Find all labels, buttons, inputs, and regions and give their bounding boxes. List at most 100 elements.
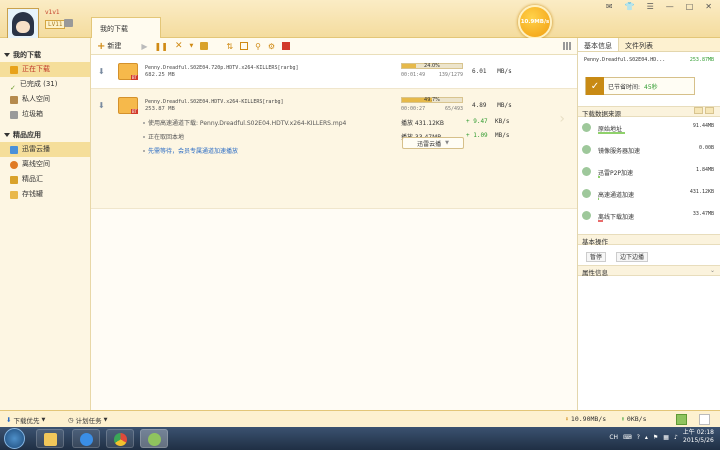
down-arrow-icon: ⬇ <box>565 415 569 423</box>
ie-icon <box>80 433 93 446</box>
task-speed: 6.01 MB/s <box>472 68 512 75</box>
download-icon <box>10 65 18 74</box>
minimize-button[interactable]: — <box>666 2 674 11</box>
delete-icon[interactable]: ✕ <box>175 41 183 51</box>
bullet-icon <box>143 135 145 138</box>
network-icon[interactable]: ▦ <box>663 434 669 441</box>
sidebar-item-label: 精品汇 <box>22 175 43 183</box>
chevron-down-icon: ▼ <box>103 417 108 423</box>
source-name: 离线下载加速 <box>598 214 635 221</box>
delete-dropdown-icon[interactable]: ▼ <box>190 43 194 49</box>
sidebar-item-offline[interactable]: 离线空间 <box>0 157 90 172</box>
pause-button[interactable]: 暂停 <box>586 252 607 262</box>
sidebar-group-apps[interactable]: 精品应用 <box>0 128 90 142</box>
sidebar-item-trash[interactable]: 垃圾箱 <box>0 107 90 122</box>
source-icon <box>582 123 591 132</box>
play-while-download-button[interactable]: 边下边播 <box>616 252 649 262</box>
speed-unit: MB/s <box>497 68 512 75</box>
tab-basic-info[interactable]: 基本信息 <box>578 38 619 51</box>
ime-indicator[interactable]: CH <box>609 434 618 441</box>
sidebar-item-piggybank[interactable]: 存钱罐 <box>0 187 90 202</box>
speed-value: 6.01 <box>472 68 487 75</box>
source-bar <box>598 176 600 178</box>
help-icon[interactable]: ? <box>637 434 640 441</box>
trash-icon <box>10 110 18 119</box>
username[interactable]: v1v1 <box>45 9 60 16</box>
boutique-icon <box>10 175 18 184</box>
sidebar-item-label: 已完成 (31) <box>19 80 58 88</box>
search-icon[interactable]: ⚲ <box>255 42 261 51</box>
task-size: 253.87 MB <box>145 106 175 112</box>
gift-icon[interactable] <box>282 42 291 50</box>
chevron-right-icon[interactable]: › <box>559 111 565 127</box>
avatar-face <box>12 12 34 36</box>
vip-accel-link-text: 先需等待，会员专属通道加速播放 <box>148 148 239 155</box>
pause-icon[interactable]: ❚❚ <box>155 42 168 51</box>
flag-icon[interactable]: ⚑ <box>653 434 658 441</box>
sub-status-line: 使用高速通道下载: Penny.Dreadful.S02E04.HDTV.x26… <box>143 118 346 127</box>
vip-icon[interactable] <box>64 19 73 27</box>
source-value: 431.12KB <box>689 189 714 195</box>
download-speed-value: 10.90MB/s <box>570 415 607 423</box>
speed-chart-icon[interactable] <box>676 414 687 425</box>
maximize-button[interactable]: □ <box>686 2 694 11</box>
download-priority-label: 下载优先 <box>13 417 40 425</box>
speed-badge[interactable]: 10.9MB/s <box>518 5 552 39</box>
taskbar-chrome[interactable] <box>106 429 134 448</box>
settings-icon[interactable]: ⚙ <box>268 42 275 51</box>
open-folder-icon[interactable] <box>200 42 209 50</box>
tab-file-list[interactable]: 文件列表 <box>619 38 659 51</box>
sidebar-item-completed[interactable]: ✓ 已完成 (31) <box>0 77 90 92</box>
grid-view-icon[interactable] <box>705 107 714 114</box>
section-header[interactable]: 属性信息 ⌄ <box>578 265 720 277</box>
bullet-icon <box>143 149 145 152</box>
progress-bar: 24.0% <box>401 63 463 69</box>
taskbar-ie[interactable] <box>72 429 100 448</box>
menu-icon[interactable]: ☰ <box>647 2 654 11</box>
clock[interactable]: 上午 02:18 2015/5/26 <box>683 429 714 445</box>
task-row[interactable]: ⬇ BT Penny.Dreadful.S02E04.720p.HDTV.x26… <box>91 55 577 89</box>
tab-my-downloads[interactable]: 我的下载 <box>91 17 161 38</box>
speed-value: 4.89 <box>472 102 487 109</box>
message-icon[interactable]: ✉ <box>606 2 613 11</box>
cloud-play-button[interactable]: 迅雷云播 ▼ <box>402 137 464 149</box>
view-icon[interactable] <box>240 42 249 50</box>
sub-status-line: 正在取回本地 <box>143 132 184 141</box>
task-row[interactable]: ⬇ BT Penny.Dreadful.S02E04.HDTV.x264-KIL… <box>91 89 577 209</box>
sidebar-item-private[interactable]: 私人空间 <box>0 92 90 107</box>
sidebar-group-downloads[interactable]: 我的下载 <box>0 48 90 62</box>
volume-icon[interactable]: ♪ <box>674 434 678 441</box>
accel-row-plus: + 1.09 <box>466 132 488 139</box>
scheduled-tasks-button[interactable]: ◷ 计划任务 ▼ <box>68 415 108 425</box>
accel-row-unit: MB/s <box>495 132 510 139</box>
keyboard-icon[interactable]: ⌨ <box>623 434 632 441</box>
vip-accel-link[interactable]: 先需等待，会员专属通道加速播放 <box>143 146 238 155</box>
avatar[interactable] <box>7 8 39 40</box>
sidebar-item-cloud-play[interactable]: 迅雷云播 <box>0 142 90 157</box>
bt-icon: BT <box>130 109 138 114</box>
progress-bar: 49.7% <box>401 97 463 103</box>
download-priority-button[interactable]: ⬇ 下载优先 ▼ <box>6 415 45 425</box>
source-view-toggle <box>694 107 714 114</box>
sidebar-item-boutique[interactable]: 精品汇 <box>0 172 90 187</box>
taskbar-thunder[interactable] <box>140 429 168 448</box>
sort-icon[interactable]: ⇅ <box>226 42 233 51</box>
source-name: 高速通道加速 <box>598 192 635 199</box>
skin-icon[interactable]: 👕 <box>625 2 635 11</box>
check-icon: ✓ <box>10 83 16 92</box>
source-name: 镜像服务器加速 <box>598 148 641 155</box>
grid-view-icon[interactable] <box>563 42 571 50</box>
offline-icon <box>10 160 18 169</box>
start-button[interactable] <box>4 428 25 449</box>
floating-window-icon[interactable] <box>699 414 710 425</box>
tray-arrow-icon[interactable]: ▴ <box>645 434 648 441</box>
taskbar-explorer[interactable] <box>36 429 64 448</box>
check-icon: ✓ <box>586 77 604 95</box>
new-task-button[interactable]: + 新建 <box>97 41 121 52</box>
list-view-icon[interactable] <box>694 107 703 114</box>
sidebar-item-downloading[interactable]: 正在下载 <box>0 62 90 77</box>
accel-row-plus: + 9.47 <box>466 118 488 125</box>
play-icon[interactable]: ▶ <box>141 42 147 51</box>
close-button[interactable]: ✕ <box>705 2 712 11</box>
scheduled-tasks-label: 计划任务 <box>75 417 102 425</box>
